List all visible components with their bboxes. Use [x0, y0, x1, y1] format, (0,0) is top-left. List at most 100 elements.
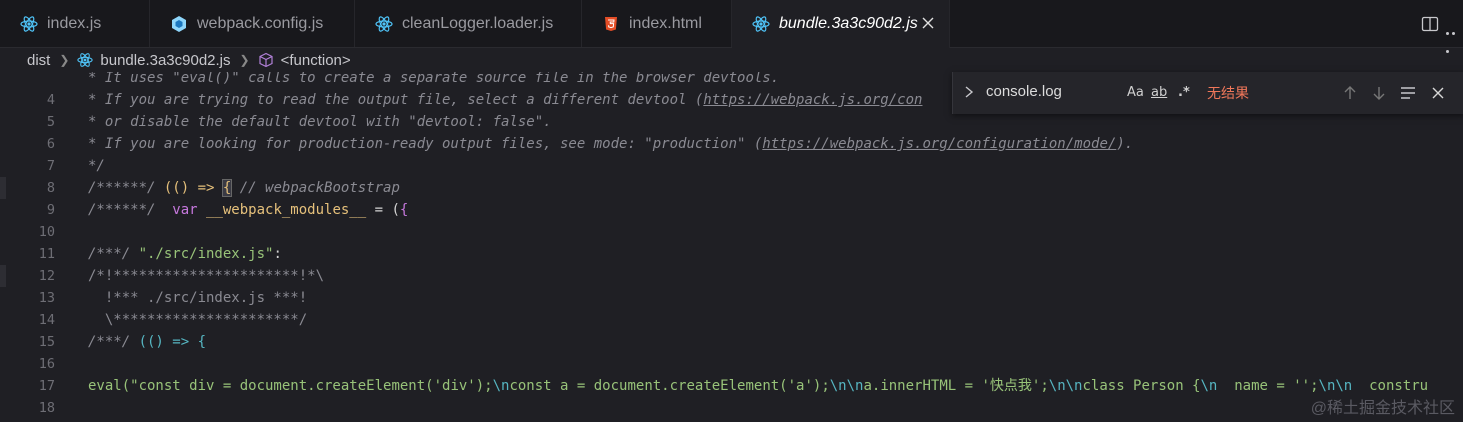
line-number: 6 [46, 136, 55, 152]
cube-symbol-icon [258, 52, 274, 68]
comment-text: /***/ [88, 334, 139, 350]
breadcrumb-symbol[interactable]: <function> [281, 52, 351, 69]
code-line: 15 /***/ (() => { [0, 331, 1463, 353]
breadcrumb-folder[interactable]: dist [27, 52, 50, 69]
comment-text: ). [1116, 136, 1134, 152]
code-line: 7 */ [0, 155, 1463, 177]
line-number: 11 [38, 246, 55, 262]
code-text: * It uses "eval()" calls to create a sep… [88, 72, 780, 86]
close-icon[interactable] [1429, 84, 1447, 102]
line-number: 15 [38, 334, 55, 350]
code-text: * If you are looking for production-read… [88, 133, 1133, 155]
code-token: \n [1200, 378, 1218, 394]
code-line: 12 /*!**********************!*\ [0, 265, 1463, 287]
code-text: /***/ (() => { [88, 331, 206, 353]
line-number: 17 [38, 378, 55, 394]
tab-bar: index.js webpack.config.js cleanLogger.l… [0, 0, 1463, 53]
code-token: \n\n [829, 378, 864, 394]
code-token: name = ''; [1217, 378, 1319, 394]
line-number: 7 [46, 158, 55, 174]
code-line: 17 eval("const div = document.createElem… [0, 375, 1463, 397]
tab-label: index.js [47, 14, 102, 32]
tab-label: index.html [629, 14, 702, 32]
code-text: */ [88, 158, 105, 174]
comment-link[interactable]: https://webpack.js.org/configuration/mod… [762, 136, 1116, 152]
code-line: 5 * or disable the default devtool with … [0, 111, 1463, 133]
code-line: 14 \**********************/ [0, 309, 1463, 331]
comment-text: /******/ [88, 180, 164, 196]
code-token: class Person { [1082, 378, 1201, 394]
tab-webpack-config[interactable]: webpack.config.js [150, 0, 355, 47]
code-text: \**********************/ [88, 312, 308, 328]
code-token: \n\n [1048, 378, 1083, 394]
line-number: 9 [46, 202, 55, 218]
split-editor-icon[interactable] [1421, 15, 1439, 33]
regex-button[interactable]: .* [1178, 85, 1190, 100]
tab-index-html[interactable]: index.html [582, 0, 732, 47]
code-token: \n\n [1318, 378, 1353, 394]
arrow-up-icon[interactable] [1341, 84, 1359, 102]
html5-icon [602, 15, 620, 33]
code-text: * or disable the default devtool with "d… [88, 114, 552, 130]
code-token: (() => { [138, 334, 207, 350]
code-token: var [172, 202, 207, 218]
code-line: 8 /******/ (() => { // webpackBootstrap [0, 177, 1463, 199]
code-text: /******/ var __webpack_modules__ = ({ [88, 199, 408, 221]
tab-index-js[interactable]: index.js [0, 0, 150, 47]
code-editor[interactable]: * It uses "eval()" calls to create a sep… [0, 72, 1463, 422]
breadcrumb: dist ❯ bundle.3a3c90d2.js ❯ <function> [0, 48, 1463, 72]
comment-link[interactable]: https://webpack.js.org/con [703, 92, 922, 108]
code-token: : [273, 246, 282, 262]
line-number: 10 [38, 224, 55, 240]
whole-word-button[interactable]: ab [1151, 85, 1167, 100]
find-in-selection-icon[interactable] [1399, 84, 1417, 102]
react-icon [20, 15, 38, 33]
react-icon [752, 15, 770, 33]
tab-cleanlogger-loader[interactable]: cleanLogger.loader.js [355, 0, 582, 47]
line-number: 4 [46, 92, 55, 108]
tab-label: cleanLogger.loader.js [402, 14, 554, 32]
react-icon [77, 52, 94, 68]
find-input[interactable]: console.log [986, 83, 1062, 100]
comment-text: * If you are looking for production-read… [88, 136, 763, 152]
line-number: 13 [38, 290, 55, 306]
code-text: * If you are trying to read the output f… [88, 89, 922, 111]
code-line: 6 * If you are looking for production-re… [0, 133, 1463, 155]
code-token: ("const div = document.createElement('di… [121, 378, 493, 394]
code-token: = ( [366, 202, 400, 218]
code-text: /*!**********************!*\ [88, 268, 325, 284]
code-token: __webpack_modules__ [206, 202, 367, 218]
comment-text: /******/ [88, 202, 173, 218]
comment-text: * If you are trying to read the output f… [88, 92, 704, 108]
code-token: eval [88, 378, 122, 394]
code-text: /******/ (() => { // webpackBootstrap [88, 177, 400, 199]
code-token: constru [1352, 378, 1429, 394]
arrow-down-icon[interactable] [1370, 84, 1388, 102]
code-token: (() => [163, 180, 223, 196]
code-line: 11 /***/ "./src/index.js": [0, 243, 1463, 265]
line-number: 18 [38, 400, 55, 416]
line-number: 8 [46, 180, 55, 196]
breadcrumb-file[interactable]: bundle.3a3c90d2.js [100, 52, 230, 69]
chevron-right-icon[interactable] [962, 84, 976, 100]
comment-text: // webpackBootstrap [231, 180, 400, 196]
code-line: 13 !*** ./src/index.js ***! [0, 287, 1463, 309]
code-line: 16 [0, 353, 1463, 375]
find-widget: console.log Aa ab .* 无结果 [952, 72, 1463, 114]
chevron-right-icon: ❯ [239, 53, 250, 67]
find-result-status: 无结果 [1207, 85, 1249, 101]
line-number: 14 [38, 312, 55, 328]
code-text: !*** ./src/index.js ***! [88, 290, 308, 306]
line-number: 5 [46, 114, 55, 130]
comment-text: /***/ [88, 246, 139, 262]
code-line: 10 [0, 221, 1463, 243]
close-icon[interactable] [919, 14, 937, 32]
match-case-button[interactable]: Aa [1127, 85, 1144, 100]
chevron-right-icon: ❯ [59, 53, 70, 67]
code-text: /***/ "./src/index.js": [88, 243, 282, 265]
tab-label: bundle.3a3c90d2.js [779, 15, 918, 32]
code-token: \n [492, 378, 510, 394]
tab-bundle-js[interactable]: bundle.3a3c90d2.js [732, 0, 950, 48]
webpack-icon [170, 15, 188, 33]
line-number: 12 [38, 268, 55, 284]
